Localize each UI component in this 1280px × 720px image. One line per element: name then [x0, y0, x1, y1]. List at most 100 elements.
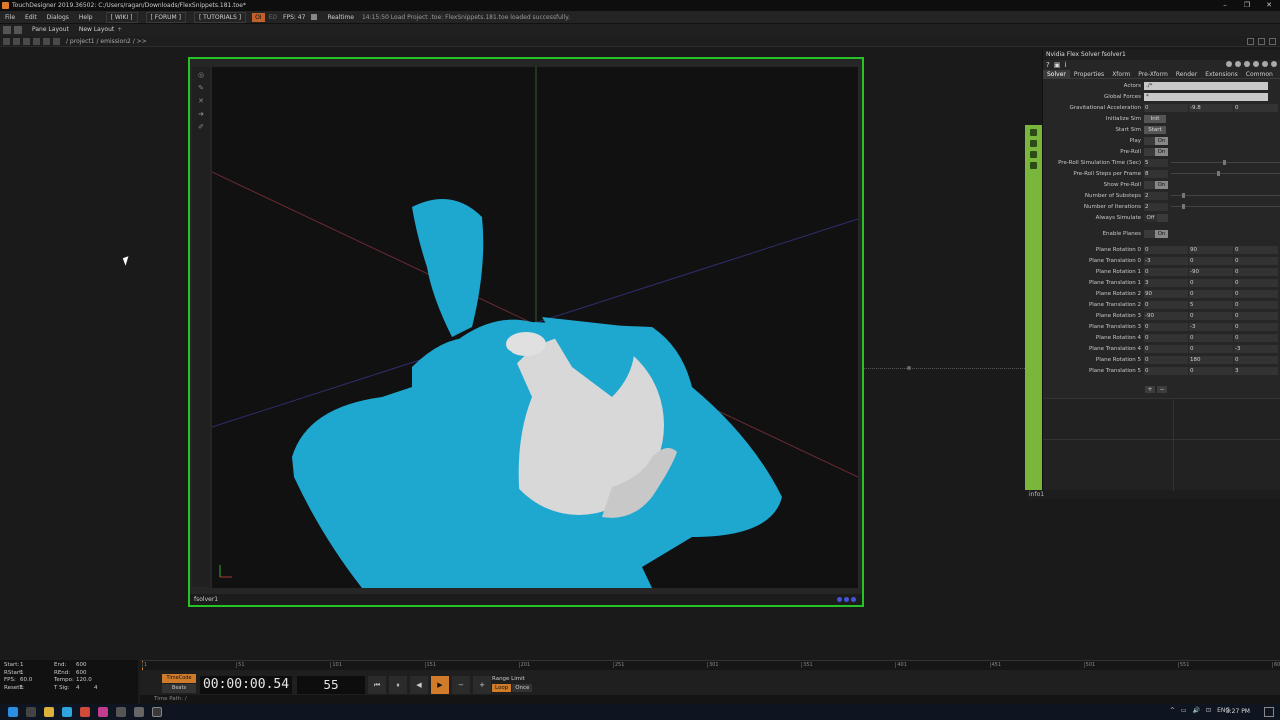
plane-value-x[interactable]: -3	[1145, 256, 1150, 266]
arrow-icon[interactable]: ➜	[197, 110, 206, 119]
plane-value-x[interactable]: 90	[1145, 289, 1152, 299]
plane-value-y[interactable]: 0	[1190, 333, 1194, 343]
plane-value-z[interactable]: 0	[1235, 300, 1239, 310]
add-icon[interactable]	[1262, 61, 1268, 67]
start-icon[interactable]	[8, 707, 18, 717]
flex-solver-viewer[interactable]: ◎ ✎ ✕ ➜ ✐ fsolver1	[188, 57, 864, 607]
pause-button[interactable]: ⏸	[389, 676, 407, 694]
play-button[interactable]: ▶	[431, 676, 449, 694]
play-toggle[interactable]: On	[1144, 137, 1168, 145]
plane-value-x[interactable]: 0	[1145, 267, 1149, 277]
substeps-knob[interactable]	[1182, 193, 1185, 198]
rend-value[interactable]: 600	[76, 670, 94, 678]
file-explorer-icon[interactable]	[44, 707, 54, 717]
tab-solver[interactable]: Solver	[1043, 70, 1070, 78]
timeline-ruler[interactable]: 151101151201251301351401451501551600	[140, 660, 1280, 671]
edge-icon[interactable]	[62, 707, 72, 717]
gravity-x[interactable]: 0	[1145, 103, 1149, 113]
gravity-y[interactable]: -9.8	[1190, 103, 1201, 113]
plane-value-z[interactable]: 0	[1235, 333, 1239, 343]
timecode-mode-button[interactable]: TimeCode	[162, 674, 196, 683]
refresh-icon[interactable]	[1253, 61, 1259, 67]
menu-dialogs[interactable]: Dialogs	[42, 11, 74, 24]
plane-value-y[interactable]: 180	[1190, 355, 1201, 365]
plane-value-y[interactable]: 0	[1190, 344, 1194, 354]
perform-mode-toggle[interactable]: OI	[252, 12, 265, 22]
plane-value-x[interactable]: 0	[1145, 322, 1149, 332]
plane-value-z[interactable]: 0	[1235, 311, 1239, 321]
plane-value-y[interactable]: 5	[1190, 300, 1194, 310]
back-icon[interactable]	[13, 37, 20, 45]
edit-icon[interactable]	[1226, 61, 1232, 67]
preroll-time-knob[interactable]	[1223, 160, 1226, 165]
touchdesigner-taskbar-icon[interactable]	[152, 707, 162, 717]
plane-value-y[interactable]: -3	[1190, 322, 1195, 332]
plane-value-x[interactable]: 0	[1145, 245, 1149, 255]
plane-value-z[interactable]: 0	[1235, 289, 1239, 299]
node-arrow-icon[interactable]	[1030, 151, 1037, 158]
forward-icon[interactable]	[23, 37, 30, 45]
plane-value-y[interactable]: 0	[1190, 311, 1194, 321]
app-icon[interactable]	[98, 707, 108, 717]
plane-value-z[interactable]: 0	[1235, 267, 1239, 277]
preroll-toggle[interactable]: On	[1144, 148, 1168, 156]
rstart-value[interactable]: 1	[20, 670, 40, 678]
plane-value-y[interactable]: 0	[1190, 256, 1194, 266]
viewer-flag-icon[interactable]	[837, 597, 842, 602]
actors-field[interactable]: ./*	[1144, 82, 1268, 90]
plane-value-x[interactable]: 0	[1145, 366, 1149, 376]
volume-icon[interactable]: 🔊	[1193, 707, 1200, 714]
preroll-steps-slider[interactable]	[1171, 173, 1280, 174]
plane-value-y[interactable]: 0	[1190, 278, 1194, 288]
play-reverse-button[interactable]: ◀	[410, 676, 428, 694]
color-icon[interactable]	[1244, 61, 1250, 67]
pane-grid-icon[interactable]	[1258, 38, 1265, 45]
plane-value-x[interactable]: -90	[1145, 311, 1154, 321]
plane-value-y[interactable]: 0	[1190, 289, 1194, 299]
fps-value[interactable]: 60.0	[20, 677, 40, 685]
plane-value-z[interactable]: 0	[1235, 278, 1239, 288]
menu-file[interactable]: File	[0, 11, 20, 24]
pen-icon[interactable]: ✎	[197, 84, 206, 93]
realtime-checkbox[interactable]	[311, 14, 318, 20]
render-flag-icon[interactable]	[851, 597, 856, 602]
network-path[interactable]: / project1 / emission2 / >>	[66, 36, 147, 47]
tutorials-button[interactable]: [ TUTORIALS ]	[193, 11, 247, 23]
start-button[interactable]: Start	[1144, 126, 1166, 134]
stop-icon[interactable]	[3, 37, 10, 45]
info-node-label[interactable]: info1	[1027, 490, 1280, 499]
edit-mode-toggle[interactable]: ED	[269, 11, 277, 24]
info-icon[interactable]: i	[1064, 61, 1066, 69]
new-layout-button[interactable]: New Layout	[79, 24, 114, 36]
preroll-steps-value[interactable]: 8	[1145, 169, 1149, 179]
init-button[interactable]: Init	[1144, 115, 1166, 123]
clock[interactable]: 3:27 PM	[1226, 704, 1250, 720]
minimize-button[interactable]: –	[1214, 0, 1236, 11]
brush-icon[interactable]: ✐	[197, 123, 206, 132]
wiki-button[interactable]: [ WIKI ]	[105, 11, 138, 23]
node-brush-icon[interactable]	[1030, 162, 1037, 169]
tempo-value[interactable]: 120.0	[76, 677, 94, 685]
plane-value-x[interactable]: 0	[1145, 355, 1149, 365]
always-simulate-toggle[interactable]: Off	[1144, 214, 1168, 222]
viewer-node-name[interactable]: fsolver1	[194, 596, 218, 603]
plane-value-z[interactable]: 0	[1235, 322, 1239, 332]
3d-viewport[interactable]	[212, 67, 858, 588]
plane-value-z[interactable]: 0	[1235, 256, 1239, 266]
home-icon[interactable]	[43, 37, 50, 45]
node-pen-icon[interactable]	[1030, 140, 1037, 147]
plane-value-x[interactable]: 0	[1145, 333, 1149, 343]
python-icon[interactable]: ▣	[1054, 61, 1061, 69]
preroll-time-value[interactable]: 5	[1145, 158, 1149, 168]
substeps-slider[interactable]	[1171, 195, 1280, 196]
iterations-knob[interactable]	[1182, 204, 1185, 209]
view-home-icon[interactable]: ◎	[197, 71, 206, 80]
maximize-button[interactable]: ❐	[1236, 0, 1258, 11]
plane-value-y[interactable]: 90	[1190, 245, 1197, 255]
plane-value-y[interactable]: 0	[1190, 366, 1194, 376]
tab-extensions[interactable]: Extensions	[1201, 70, 1242, 78]
tab-render[interactable]: Render	[1172, 70, 1201, 78]
resetf-value[interactable]: 1	[20, 685, 40, 693]
start-value[interactable]: 1	[20, 662, 40, 670]
pane-split-icon[interactable]	[3, 26, 11, 34]
